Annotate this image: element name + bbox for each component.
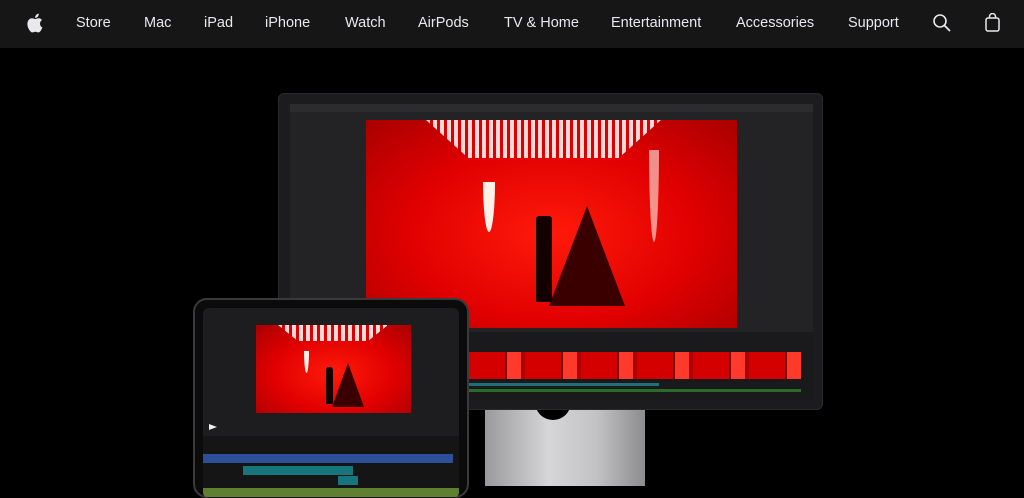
nav-watch[interactable]: Watch (345, 15, 386, 31)
nav-entertainment[interactable]: Entertainment (611, 15, 701, 31)
video-person (326, 367, 333, 404)
nav-iphone[interactable]: iPhone (265, 15, 310, 31)
play-icon[interactable] (209, 424, 217, 430)
timeline-primary-clips[interactable] (203, 454, 453, 463)
ipad-video-viewer (256, 325, 411, 413)
timeline-video-clips[interactable] (469, 352, 801, 379)
video-pyramid (549, 206, 625, 306)
nav-airpods[interactable]: AirPods (418, 15, 469, 31)
video-person (536, 216, 552, 302)
nav-mac[interactable]: Mac (144, 15, 171, 31)
timeline (469, 332, 813, 400)
nav-ipad[interactable]: iPad (204, 15, 233, 31)
video-lamp (304, 351, 309, 373)
timeline-connected-clips[interactable] (338, 476, 358, 485)
timeline-music-track[interactable] (203, 488, 459, 497)
ipad-pro (193, 298, 469, 498)
apple-logo-icon[interactable] (26, 13, 43, 33)
search-icon[interactable] (933, 14, 951, 32)
video-lamp (483, 182, 495, 232)
nav-store[interactable]: Store (76, 15, 111, 31)
timeline-music-track[interactable] (469, 389, 801, 392)
global-nav: Store Mac iPad iPhone Watch AirPods TV &… (0, 0, 1024, 48)
video-ceiling-grid (278, 325, 388, 341)
nav-accessories[interactable]: Accessories (736, 15, 814, 31)
nav-support[interactable]: Support (848, 15, 899, 31)
nav-tv-home[interactable]: TV & Home (504, 15, 579, 31)
video-lamp (649, 150, 659, 242)
ipad-timeline (203, 436, 459, 498)
ipad-screen (203, 308, 459, 498)
video-viewer (366, 120, 737, 328)
monitor-stand (485, 402, 645, 486)
timeline-audio-track[interactable] (469, 383, 659, 386)
video-pyramid (332, 363, 364, 407)
timeline-connected-clips[interactable] (243, 466, 353, 475)
shopping-bag-icon[interactable] (985, 13, 1000, 32)
app-toolbar (290, 104, 813, 112)
video-ceiling-grid (426, 120, 661, 158)
